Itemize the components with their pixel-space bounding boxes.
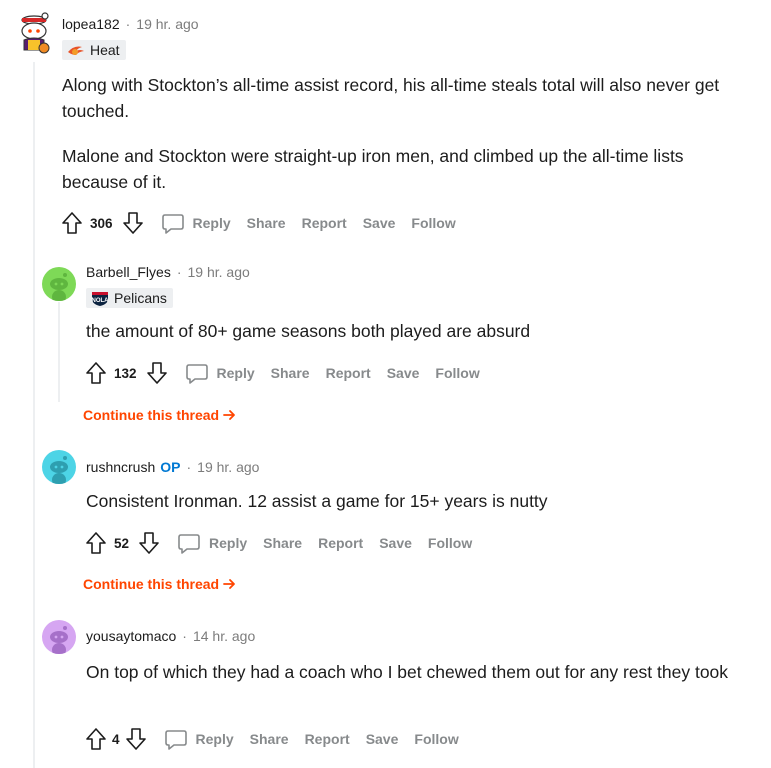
reply-button[interactable]: Reply [185, 361, 255, 385]
reply-label: Reply [195, 731, 234, 747]
continue-thread-link[interactable]: Continue this thread [83, 576, 236, 592]
report-button[interactable]: Report [326, 365, 371, 381]
save-button[interactable]: Save [363, 215, 396, 231]
share-button[interactable]: Share [250, 731, 289, 747]
share-button[interactable]: Share [247, 215, 286, 231]
upvote-button[interactable] [84, 530, 108, 556]
snoo-avatar-icon [50, 626, 68, 654]
comment-paragraph: Malone and Stockton were straight-up iro… [62, 146, 684, 192]
username[interactable]: rushncrush [86, 459, 155, 475]
op-badge: OP [160, 459, 181, 475]
snoo-avatar-icon [50, 456, 68, 484]
separator-dot: · [182, 628, 187, 644]
downvote-icon [125, 728, 146, 750]
flair-label: Heat [90, 42, 120, 58]
avatar[interactable] [42, 620, 76, 654]
continue-thread-link[interactable]: Continue this thread [83, 407, 236, 423]
comment-actions: 132 Reply Share Report Save Follow [84, 358, 496, 388]
reply-button[interactable]: Reply [177, 531, 247, 555]
thread-line-main[interactable] [33, 62, 35, 768]
reply-label: Reply [209, 535, 248, 551]
upvote-button[interactable] [60, 210, 84, 236]
flair-label: Pelicans [114, 290, 167, 306]
upvote-icon [86, 728, 106, 750]
comment-actions: 52 Reply Share Report Save Follow [84, 528, 488, 558]
upvote-button[interactable] [84, 360, 108, 386]
separator-dot: · [125, 16, 131, 32]
reply-button[interactable]: Reply [161, 211, 231, 235]
avatar[interactable] [42, 450, 76, 484]
timestamp[interactable]: 19 hr. ago [197, 459, 259, 475]
comment-paragraph: the amount of 80+ game seasons both play… [86, 321, 531, 341]
continue-thread-label: Continue this thread [83, 576, 220, 592]
save-button[interactable]: Save [387, 365, 420, 381]
svg-text:NOLA: NOLA [92, 298, 110, 304]
username[interactable]: Barbell_Flyes [86, 264, 171, 280]
timestamp[interactable]: 19 hr. ago [188, 264, 250, 280]
arrow-right-icon [223, 410, 236, 420]
comment-actions: 306 Reply Share Report Save Follow [60, 208, 472, 238]
comment-reply-icon [164, 730, 187, 750]
share-button[interactable]: Share [263, 535, 302, 551]
save-button[interactable]: Save [379, 535, 412, 551]
avatar[interactable] [14, 10, 54, 54]
comment-reply-icon [161, 214, 184, 234]
arrow-right-icon [223, 579, 236, 589]
upvote-button[interactable] [84, 726, 108, 752]
share-button[interactable]: Share [271, 365, 310, 381]
upvote-icon [62, 212, 82, 234]
separator-dot: · [186, 459, 192, 475]
comment-paragraph: Consistent Ironman. 12 assist a game for… [86, 491, 548, 511]
downvote-icon [146, 362, 167, 384]
comment-reply-icon [185, 364, 208, 384]
vote-score: 306 [90, 215, 113, 231]
follow-button[interactable]: Follow [428, 535, 472, 551]
follow-button[interactable]: Follow [414, 731, 458, 747]
reply-label: Reply [216, 365, 255, 381]
username[interactable]: lopea182 [62, 16, 120, 32]
continue-thread-label: Continue this thread [83, 407, 220, 423]
comment-actions: 4 Reply Share Report Save Follow [84, 724, 475, 754]
downvote-icon [139, 532, 159, 554]
reply-button[interactable]: Reply [164, 727, 234, 751]
downvote-button[interactable] [145, 360, 169, 386]
reply-label: Reply [192, 215, 231, 231]
pelicans-flair-icon: NOLA [90, 289, 110, 307]
downvote-button[interactable] [124, 726, 148, 752]
save-button[interactable]: Save [366, 731, 399, 747]
upvote-icon [86, 362, 106, 384]
username[interactable]: yousaytomaco [86, 628, 176, 644]
snoo-avatar-icon [21, 12, 50, 54]
vote-score: 4 [112, 731, 120, 747]
user-flair: NOLA Pelicans [86, 288, 173, 308]
heat-flair-icon [66, 43, 86, 57]
follow-button[interactable]: Follow [435, 365, 479, 381]
user-flair: Heat [62, 40, 126, 60]
comment-paragraph: On top of which they had a coach who I b… [86, 662, 729, 682]
thread-line-nested[interactable] [58, 302, 60, 402]
downvote-button[interactable] [121, 210, 145, 236]
report-button[interactable]: Report [305, 731, 350, 747]
comment-paragraph: Along with Stockton’s all-time assist re… [62, 75, 720, 121]
avatar[interactable] [42, 267, 76, 301]
follow-button[interactable]: Follow [411, 215, 455, 231]
comment-reply-icon [178, 534, 200, 554]
vote-score: 52 [114, 535, 130, 551]
separator-dot: · [176, 264, 182, 280]
downvote-icon [122, 212, 143, 234]
snoo-avatar-icon [50, 273, 68, 301]
vote-score: 132 [114, 365, 137, 381]
report-button[interactable]: Report [302, 215, 347, 231]
downvote-button[interactable] [137, 530, 161, 556]
timestamp[interactable]: 19 hr. ago [136, 16, 198, 32]
upvote-icon [86, 532, 106, 554]
timestamp[interactable]: 14 hr. ago [193, 628, 255, 644]
report-button[interactable]: Report [318, 535, 363, 551]
